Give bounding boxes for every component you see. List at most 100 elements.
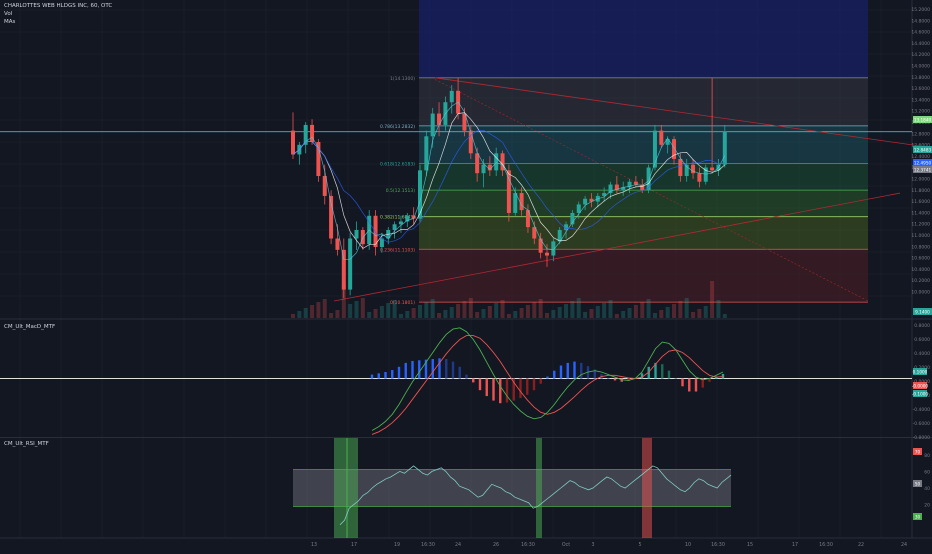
macd-histogram-bar [681, 378, 684, 387]
time-tick-label: 13 [311, 542, 317, 548]
macd-histogram-bar [465, 374, 468, 379]
volume-bar [443, 310, 448, 318]
fib-level-label: 0.236(11.1103) [380, 247, 415, 253]
macd-histogram-bar [519, 378, 522, 398]
chart-canvas[interactable]: 1(14.1300) 0.786(13.2832) 0.618(12.6183) 0.… [0, 0, 932, 550]
volume-bar [665, 307, 670, 318]
volume-bar [398, 314, 403, 318]
fib-zone [419, 216, 868, 250]
price-tick-label: 13.2000 [911, 109, 930, 115]
time-tick-label: 19 [394, 542, 400, 548]
volume-bar [494, 303, 499, 318]
volume-bar [360, 298, 365, 318]
volume-bar [487, 306, 492, 318]
macd-signal-line [371, 335, 724, 435]
candle-body [710, 167, 715, 171]
candle-body [722, 131, 727, 165]
fib-projection-zone [419, 0, 868, 78]
candle-body [646, 167, 651, 191]
volume-bar [335, 310, 340, 318]
macd-histogram-bar [451, 361, 455, 379]
time-tick-label: 22 [858, 542, 864, 548]
price-tick-label: 13.8000 [911, 75, 930, 81]
volume-bar [462, 301, 467, 318]
price-tick-label: 10.0000 [911, 290, 930, 296]
volume-bar [532, 302, 537, 318]
volume-bar [627, 308, 632, 318]
macd-badge-text: -0.0000 [912, 384, 928, 389]
candle-body [335, 238, 340, 250]
macd-histogram-bar [458, 366, 461, 379]
macd-histogram-bar [546, 376, 549, 379]
volume-bar [348, 304, 353, 318]
rsi-badge-text: 70 [915, 450, 921, 455]
macd-histogram-bar [661, 364, 664, 379]
price-tick-label: 12.0000 [911, 177, 930, 183]
volume-bar [373, 309, 378, 318]
price-tick-label: 12.8000 [911, 131, 930, 137]
candle-body [291, 130, 295, 155]
volume-label: Vol [4, 11, 13, 17]
macd-histogram-bar [492, 378, 495, 401]
macd-histogram-bar [688, 378, 691, 392]
macd-histogram-bar [485, 378, 488, 397]
macd-histogram-bar [526, 378, 529, 395]
price-badge-text: 12.4950 [914, 161, 932, 166]
volume-bar [678, 301, 683, 318]
macd-histogram-bar [404, 362, 407, 379]
volume-bar [557, 307, 562, 318]
macd-histogram-bar [377, 373, 380, 379]
price-tick-label: 11.4000 [911, 210, 930, 216]
price-tick-label: 10.4000 [911, 267, 930, 273]
volume-bar [595, 306, 600, 318]
volume-bar [697, 309, 702, 318]
volume-bar [608, 300, 613, 318]
rsi-signal-highlight [346, 438, 358, 538]
volume-bar [703, 306, 708, 318]
macd-tick-label: -0.4000 [913, 407, 931, 413]
volume-bar [513, 311, 518, 318]
time-tick-label: 16:30 [421, 542, 435, 548]
candle-body [633, 181, 638, 185]
volume-bar [640, 302, 645, 318]
macd-histogram-bar [694, 378, 698, 392]
rsi-signal-highlight [642, 438, 652, 538]
rsi-tick-label: 60 [924, 470, 930, 476]
volume-bar [341, 285, 346, 318]
price-tick-label: 10.6000 [911, 256, 930, 262]
volume-bar [316, 302, 321, 318]
time-tick-label: 17 [351, 542, 357, 548]
macd-histogram-bar [397, 366, 401, 379]
candle-body [678, 159, 683, 177]
candle-body [519, 193, 524, 211]
volume-bar [722, 314, 727, 318]
macd-pane-label: CM_Ult_MacD_MTF [4, 324, 56, 330]
rsi-signal-highlight [334, 438, 348, 538]
candle-body [437, 113, 442, 125]
macd-histogram-bar [607, 377, 610, 379]
macd-histogram-bar [667, 370, 671, 379]
macd-histogram-bar [573, 361, 576, 379]
volume-bar [475, 312, 480, 318]
macd-tick-label: 0.6000 [914, 337, 930, 343]
volume-bar [297, 311, 302, 318]
macd-histogram-bar [370, 374, 374, 379]
volume-bar [614, 314, 619, 318]
rsi-badge-text: 50 [915, 482, 921, 487]
volume-bar [583, 312, 588, 318]
time-tick-label: 17 [792, 542, 798, 548]
moving-averages-label: MAs [4, 19, 16, 25]
candle-body [449, 90, 454, 103]
volume-bar [538, 299, 543, 318]
candle-body [506, 170, 511, 213]
volume-bar [430, 299, 435, 318]
price-tick-label: 15.2000 [911, 7, 930, 13]
macd-histogram-bar [674, 378, 677, 379]
time-tick-label: 16:30 [711, 542, 725, 548]
macd-histogram-bar [566, 362, 569, 379]
candle-body [430, 113, 435, 137]
volume-bar [621, 311, 626, 318]
macd-tick-label: -0.8000 [913, 435, 931, 441]
volume-bar [354, 301, 359, 318]
volume-bar [424, 302, 429, 318]
